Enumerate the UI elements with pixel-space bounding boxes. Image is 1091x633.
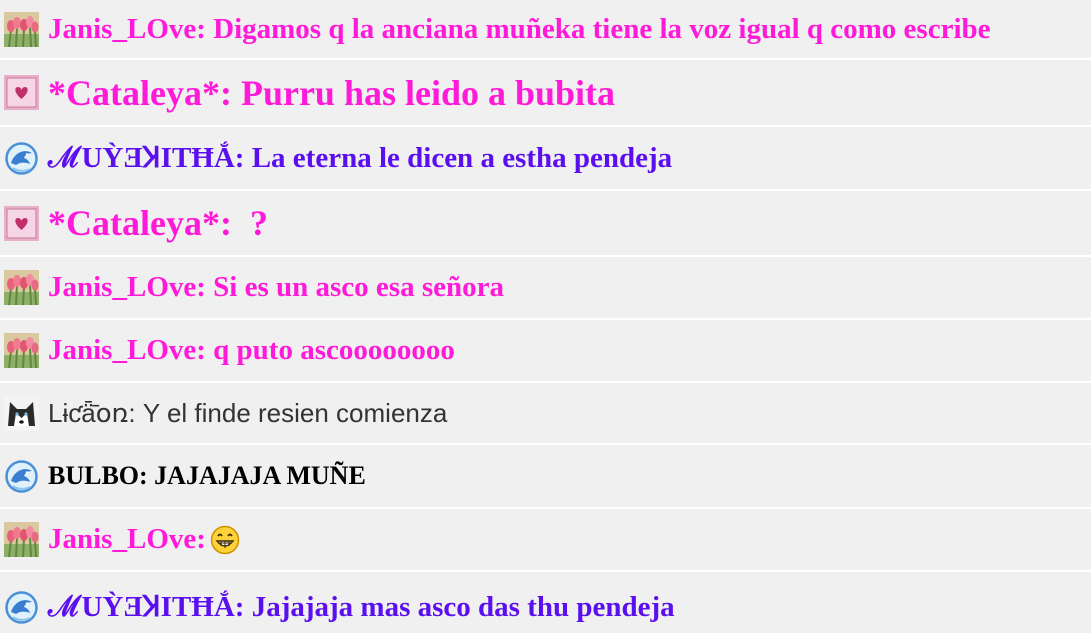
- heart-card-avatar[interactable]: [4, 206, 39, 241]
- chat-message: Janis_LOve: Si es un asco esa señora: [0, 257, 1091, 320]
- tulips-avatar[interactable]: [4, 333, 39, 368]
- message-text: BULBO: JAJAJAJA MUÑE: [48, 461, 366, 490]
- message-text: Lɨƈǟ̄օռ: Y el finde resien comienza: [48, 398, 448, 428]
- message-text: Janis_LOve: Si es un asco esa señora: [48, 271, 504, 303]
- chat-message: Janis_LOve:: [0, 509, 1091, 572]
- message-text: Janis_LOve: q puto ascoooooooo: [48, 334, 455, 366]
- message-text: *Cataleya*: Purru has leido a bubita: [48, 72, 616, 113]
- message-text: Janis_LOve:: [48, 523, 206, 555]
- chat-log: Janis_LOve: Digamos q la anciana muñeka …: [0, 0, 1091, 633]
- chat-message: Janis_LOve: q puto ascoooooooo: [0, 320, 1091, 383]
- message-text: *Cataleya*: ?: [48, 203, 268, 243]
- dolphin-avatar[interactable]: [4, 459, 39, 494]
- dolphin-avatar[interactable]: [4, 141, 39, 176]
- message-text: ℳUỲƎꞰITĦẮ: Jajajaja mas asco das thu pen…: [48, 591, 675, 623]
- husky-avatar[interactable]: [4, 396, 39, 431]
- message-text: ℳUỲƎꞰITĦẮ: La eterna le dicen a estha pe…: [48, 141, 673, 174]
- chat-message: Janis_LOve: Digamos q la anciana muñeka …: [0, 0, 1091, 60]
- dolphin-avatar[interactable]: [4, 590, 39, 625]
- chat-message: *Cataleya*: ?: [0, 191, 1091, 257]
- chat-message: Lɨƈǟ̄օռ: Y el finde resien comienza: [0, 383, 1091, 445]
- chat-message: ℳUỲƎꞰITĦẮ: Jajajaja mas asco das thu pen…: [0, 572, 1091, 633]
- message-text: Janis_LOve: Digamos q la anciana muñeka …: [48, 12, 991, 45]
- heart-card-avatar[interactable]: [4, 75, 39, 110]
- chat-message: ℳUỲƎꞰITĦẮ: La eterna le dicen a estha pe…: [0, 127, 1091, 191]
- tulips-avatar[interactable]: [4, 270, 39, 305]
- tulips-avatar[interactable]: [4, 522, 39, 557]
- chat-message: BULBO: JAJAJAJA MUÑE: [0, 445, 1091, 509]
- tulips-avatar[interactable]: [4, 12, 39, 47]
- grin-emoji-icon: [210, 525, 240, 555]
- chat-message: *Cataleya*: Purru has leido a bubita: [0, 60, 1091, 127]
